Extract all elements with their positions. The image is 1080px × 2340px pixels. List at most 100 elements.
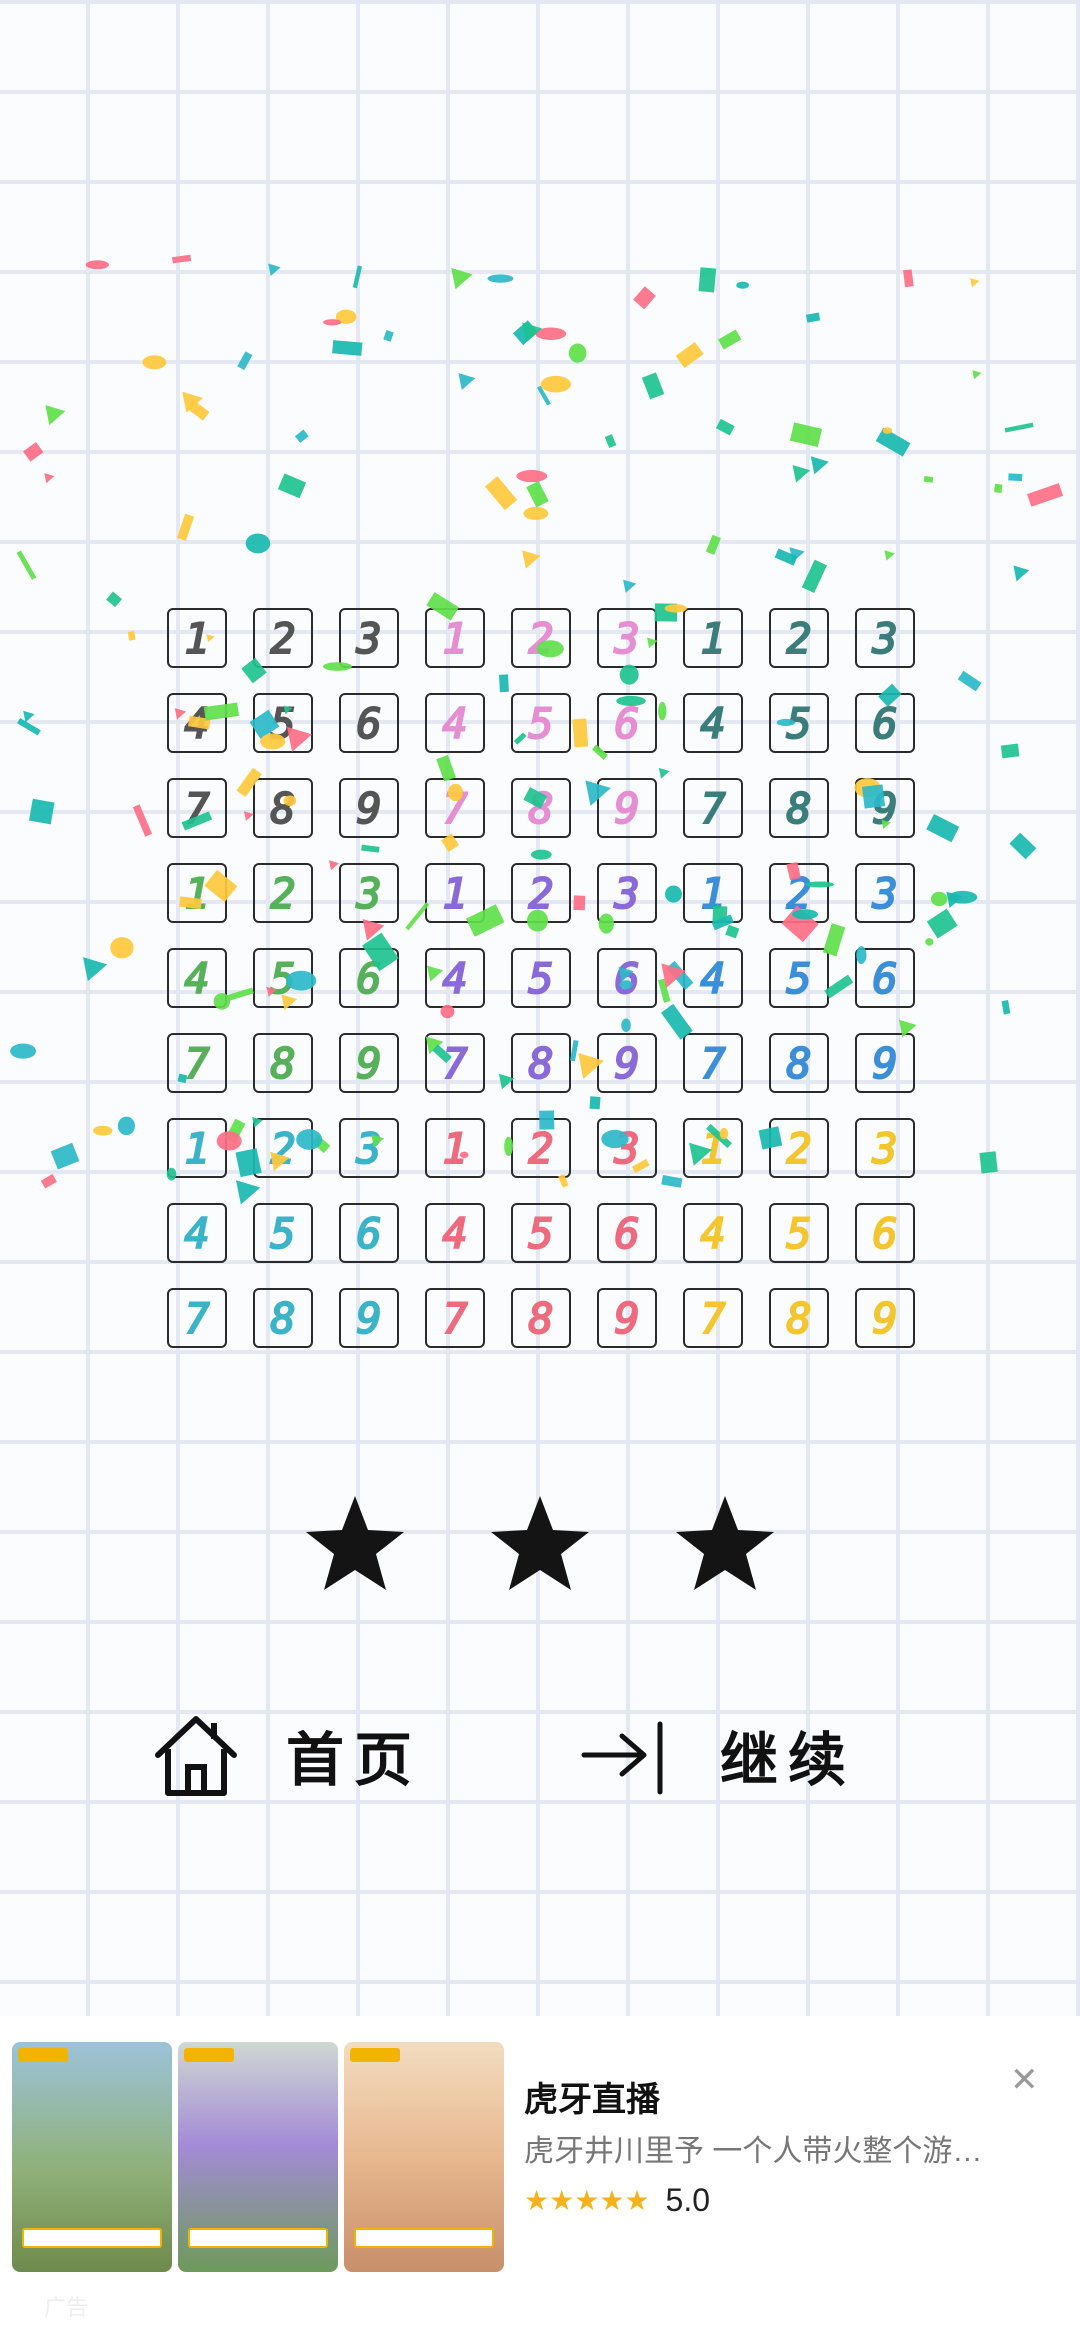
confetti-piece [810,456,829,475]
ad-thumbnail [12,2042,172,2272]
continue-label: 继续 [720,1726,857,1794]
number-cell: 1 [167,608,227,668]
number-cell: 6 [855,693,915,753]
confetti-piece [83,957,108,982]
confetti-piece [383,330,394,342]
confetti-piece [44,473,55,484]
ad-mark: 广告 [44,2295,89,2320]
confetti-piece [512,320,539,346]
number-cell: 3 [339,863,399,923]
confetti-piece [1004,422,1034,433]
number-cell: 1 [683,863,743,923]
number-cell: 2 [511,608,571,668]
confetti-piece [801,559,827,593]
number-cell: 5 [253,693,313,753]
confetti-piece [623,579,637,593]
confetti-piece [132,804,153,837]
star-icon [676,1496,774,1590]
confetti-piece [789,547,805,563]
confetti-piece [171,254,192,264]
confetti-piece [93,1125,113,1136]
confetti-piece [675,341,704,369]
confetti-piece [182,391,203,413]
number-cell: 7 [425,1288,485,1348]
confetti-piece [1008,473,1023,482]
rating-stars: ★★★★★ [524,2184,650,2217]
number-cell: 6 [597,693,657,753]
confetti-piece [948,890,978,904]
number-cell: 5 [769,1203,829,1263]
number-cell: 3 [597,1118,657,1178]
number-cell: 3 [855,608,915,668]
number-cell: 4 [683,1203,743,1263]
number-cell: 7 [683,778,743,838]
confetti-piece [540,375,571,393]
rating-value: 5.0 [665,2182,711,2218]
number-cell: 5 [511,693,571,753]
number-cell: 9 [339,1033,399,1093]
confetti-piece [17,717,41,736]
home-button[interactable]: 首页 [150,1700,422,1810]
confetti-piece [1000,743,1020,759]
confetti-piece [923,476,934,483]
number-cell: 1 [167,863,227,923]
rating-star-icon: ★ [524,2185,550,2216]
confetti-piece [970,278,980,288]
rating-star-icon: ★ [599,2185,625,2216]
close-icon[interactable]: ✕ [1010,2060,1039,2100]
number-cell: 3 [855,1118,915,1178]
confetti-piece [526,480,549,508]
number-cell: 3 [339,608,399,668]
confetti-piece [536,385,551,406]
number-cell: 4 [167,1203,227,1263]
ad-description: 虎牙井川里予 一个人带火整个游… [524,2135,983,2168]
number-cell: 9 [597,1288,657,1348]
number-cell: 4 [683,948,743,1008]
confetti-piece [186,399,210,421]
confetti-piece [10,1043,37,1059]
number-cell: 7 [683,1033,743,1093]
confetti-piece [705,534,721,555]
number-cell: 4 [425,1203,485,1263]
number-cell: 1 [167,1118,227,1178]
number-cell: 8 [769,778,829,838]
confetti-piece [294,429,309,443]
confetti-piece [85,260,109,270]
number-cell: 8 [769,1288,829,1348]
confetti-piece [522,322,543,343]
number-cell: 9 [855,1288,915,1348]
confetti-piece [698,267,717,293]
confetti-piece [237,351,253,371]
confetti-piece [884,550,895,561]
number-cell: 3 [855,863,915,923]
rating-star-icon: ★ [624,2185,650,2216]
confetti-piece [110,937,134,959]
confetti-piece [994,483,1003,494]
number-cell: 7 [167,1288,227,1348]
confetti-piece [882,427,893,434]
confetti-piece [142,355,167,370]
confetti-piece [50,1142,80,1170]
confetti-piece [16,550,37,580]
number-cell: 2 [253,608,313,668]
confetti-piece [718,329,742,350]
confetti-piece [332,340,363,356]
number-cell: 4 [425,948,485,1008]
number-cell: 9 [597,778,657,838]
number-cell: 8 [511,1033,571,1093]
number-cell: 6 [339,948,399,1008]
number-cell: 7 [167,778,227,838]
confetti-piece [117,1116,136,1136]
confetti-piece [40,1174,57,1189]
number-cell: 1 [683,608,743,668]
number-cell: 8 [511,778,571,838]
continue-button[interactable]: 继续 [580,1700,856,1810]
number-cell: 8 [253,1288,313,1348]
ad-banner[interactable]: 广告 虎牙直播 虎牙井川里予 一个人带火整个游… ★★★★★ 5.0 ✕ [0,2016,1080,2340]
confetti-piece [1027,483,1064,507]
confetti-piece [946,891,963,909]
number-cell: 5 [511,948,571,1008]
number-cell: 9 [339,778,399,838]
number-cell: 5 [253,1203,313,1263]
number-cell: 8 [253,1033,313,1093]
